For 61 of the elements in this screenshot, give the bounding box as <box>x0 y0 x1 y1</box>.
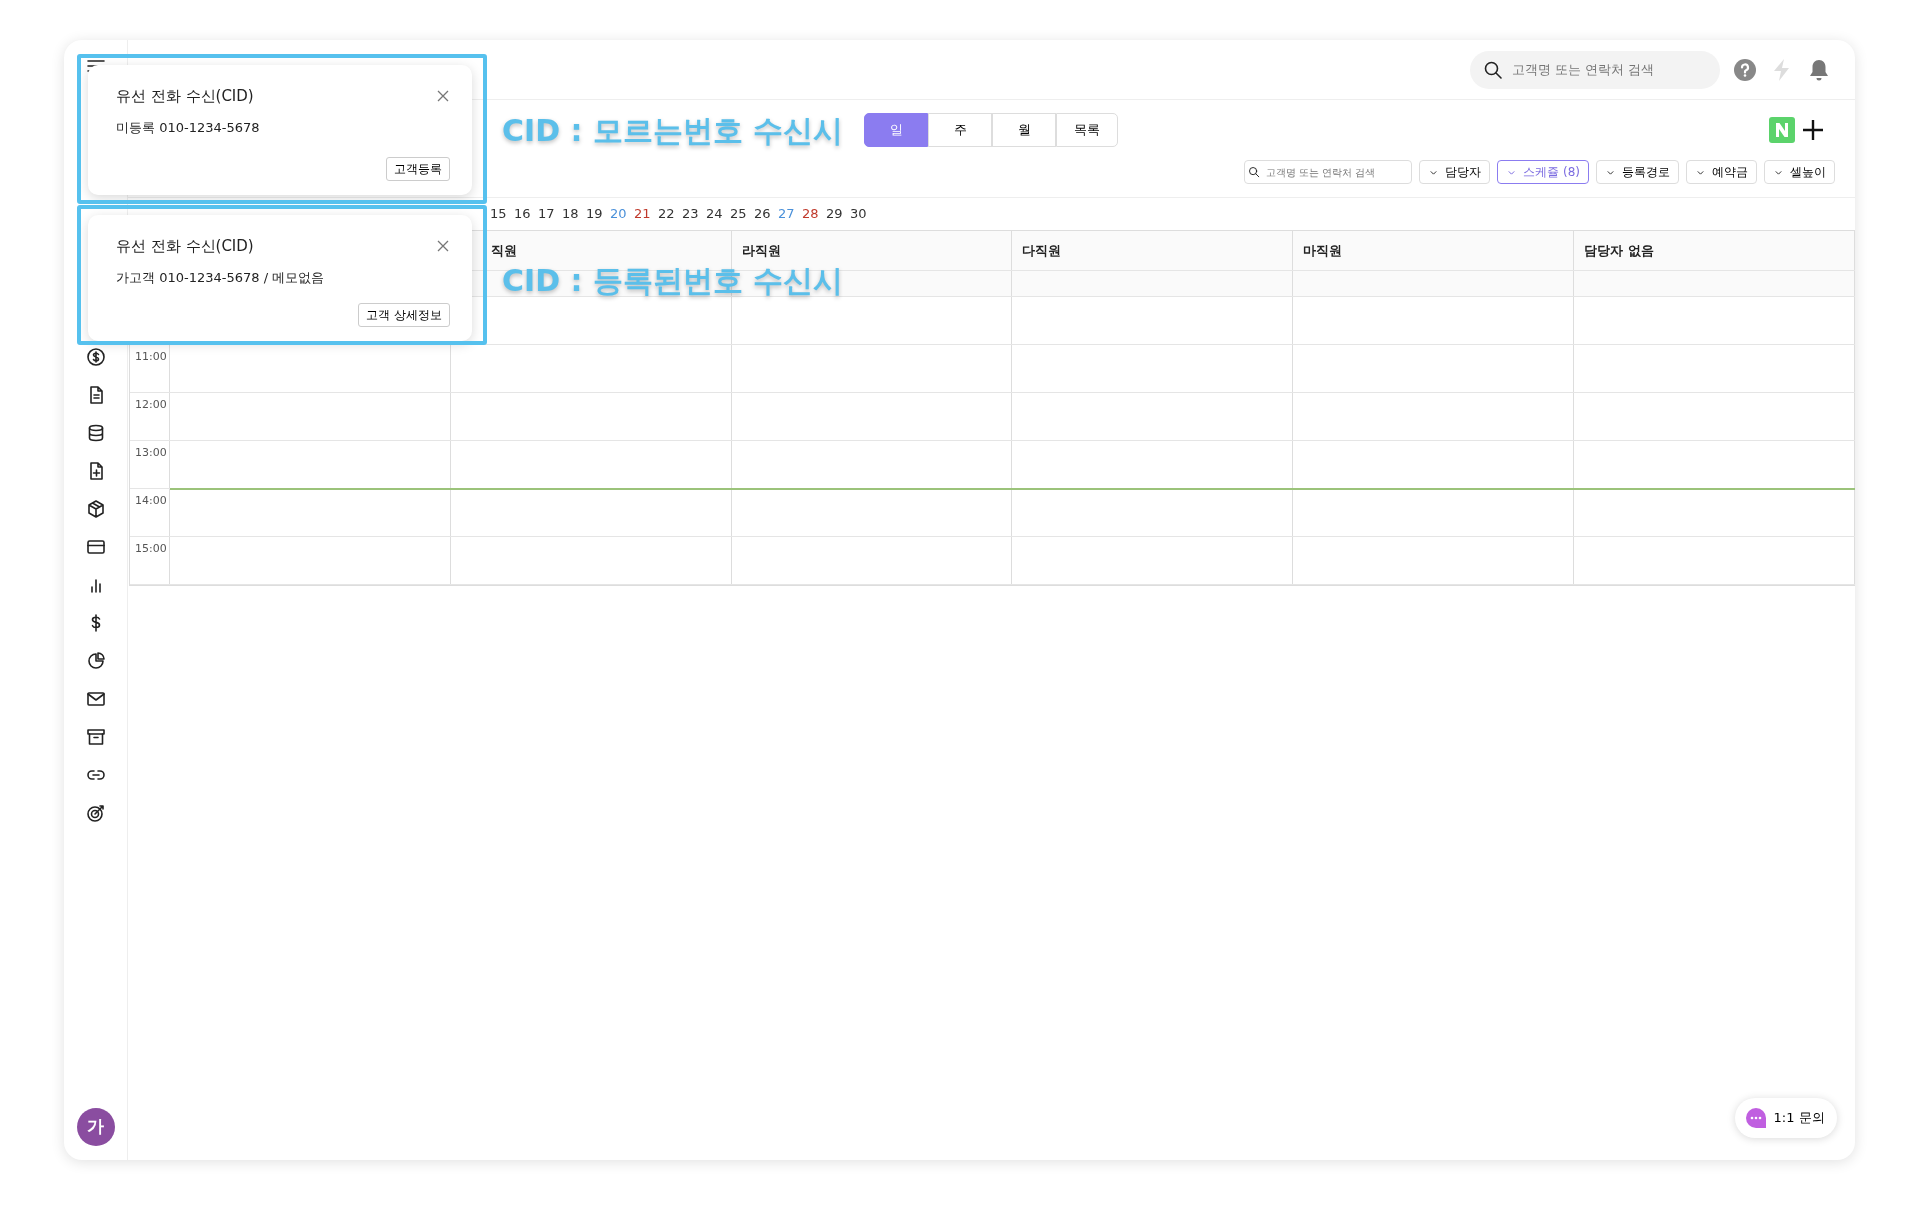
date[interactable]: 20 <box>610 204 634 224</box>
column-header: 직원 <box>490 243 517 258</box>
popup-button[interactable]: 고객등록 <box>386 157 450 181</box>
date[interactable]: 22 <box>658 204 682 224</box>
plus-icon[interactable] <box>1801 118 1825 142</box>
column-header: 라직원 <box>741 243 781 258</box>
date[interactable]: 15 <box>490 204 514 224</box>
column-header: 다직원 <box>1022 243 1062 258</box>
view-tab[interactable]: 목록 <box>1056 113 1118 147</box>
date[interactable]: 24 <box>706 204 730 224</box>
filter-dropdown[interactable]: 등록경로 <box>1595 160 1679 184</box>
search-field[interactable]: 고객명 또는 연락처 검색 <box>1509 58 1700 81</box>
help-icon[interactable] <box>1733 57 1757 82</box>
annotation-text: CID : 등록된번호 수신시 <box>502 262 844 300</box>
column-header: 마직원 <box>1303 243 1343 258</box>
date[interactable]: 30 <box>850 204 874 224</box>
annotation-text: CID : 모르는번호 수신시 <box>502 112 844 150</box>
date[interactable]: 26 <box>754 204 778 224</box>
chat-bubble-icon[interactable] <box>1745 1107 1767 1129</box>
search-icon[interactable] <box>1248 166 1261 178</box>
target-icon[interactable] <box>85 803 106 823</box>
popup-title: 유선 전화 수신(CID) <box>116 86 254 107</box>
date[interactable]: 18 <box>562 204 586 224</box>
date[interactable]: 28 <box>802 204 826 224</box>
search-bar[interactable]: 고객명 또는 연락처 검색 <box>1244 160 1413 184</box>
date[interactable]: 25 <box>730 204 754 224</box>
time-label: 13:00 <box>134 445 168 461</box>
search-bar[interactable]: 고객명 또는 연락처 검색 <box>1470 50 1720 89</box>
popup-title: 유선 전화 수신(CID) <box>116 236 254 257</box>
date[interactable]: 16 <box>514 204 538 224</box>
mail-icon[interactable] <box>85 689 106 709</box>
date[interactable]: 21 <box>634 204 658 224</box>
time-label: 11:00 <box>134 349 168 365</box>
date[interactable]: 23 <box>682 204 706 224</box>
close-icon[interactable] <box>436 89 450 104</box>
avatar[interactable]: 가 <box>76 1108 115 1146</box>
popup-message: 미등록 010-1234-5678 <box>116 118 261 137</box>
popup-button[interactable]: 고객 상세정보 <box>358 303 450 327</box>
date[interactable]: 19 <box>586 204 610 224</box>
bell-icon[interactable] <box>1807 57 1831 82</box>
date[interactable]: 29 <box>826 204 850 224</box>
search-icon[interactable] <box>1483 59 1503 80</box>
archive-icon[interactable] <box>85 727 106 747</box>
coin-icon[interactable] <box>85 347 106 367</box>
filter-dropdown[interactable]: 스케쥴 (8) <box>1496 160 1589 184</box>
time-label: 12:00 <box>134 397 168 413</box>
date[interactable]: 17 <box>538 204 562 224</box>
card-icon[interactable] <box>85 537 106 557</box>
filter-dropdown[interactable]: 셀높이 <box>1763 160 1835 184</box>
chat-button[interactable]: 1:1 문의 <box>1735 1098 1837 1138</box>
close-icon[interactable] <box>436 239 450 254</box>
time-label: 15:00 <box>134 541 168 557</box>
view-tab[interactable]: 월 <box>992 113 1056 147</box>
time-label: 14:00 <box>134 493 168 509</box>
filter-dropdown[interactable]: 예약금 <box>1685 160 1757 184</box>
popup-message: 가고객 010-1234-5678 / 메모없음 <box>116 268 326 287</box>
pie-chart-icon[interactable] <box>85 651 106 671</box>
column-header: 담당자 없음 <box>1584 243 1654 258</box>
filter-dropdown[interactable]: 담당자 <box>1418 160 1491 184</box>
view-tab[interactable]: 주 <box>928 113 992 147</box>
box-icon[interactable] <box>85 499 106 519</box>
